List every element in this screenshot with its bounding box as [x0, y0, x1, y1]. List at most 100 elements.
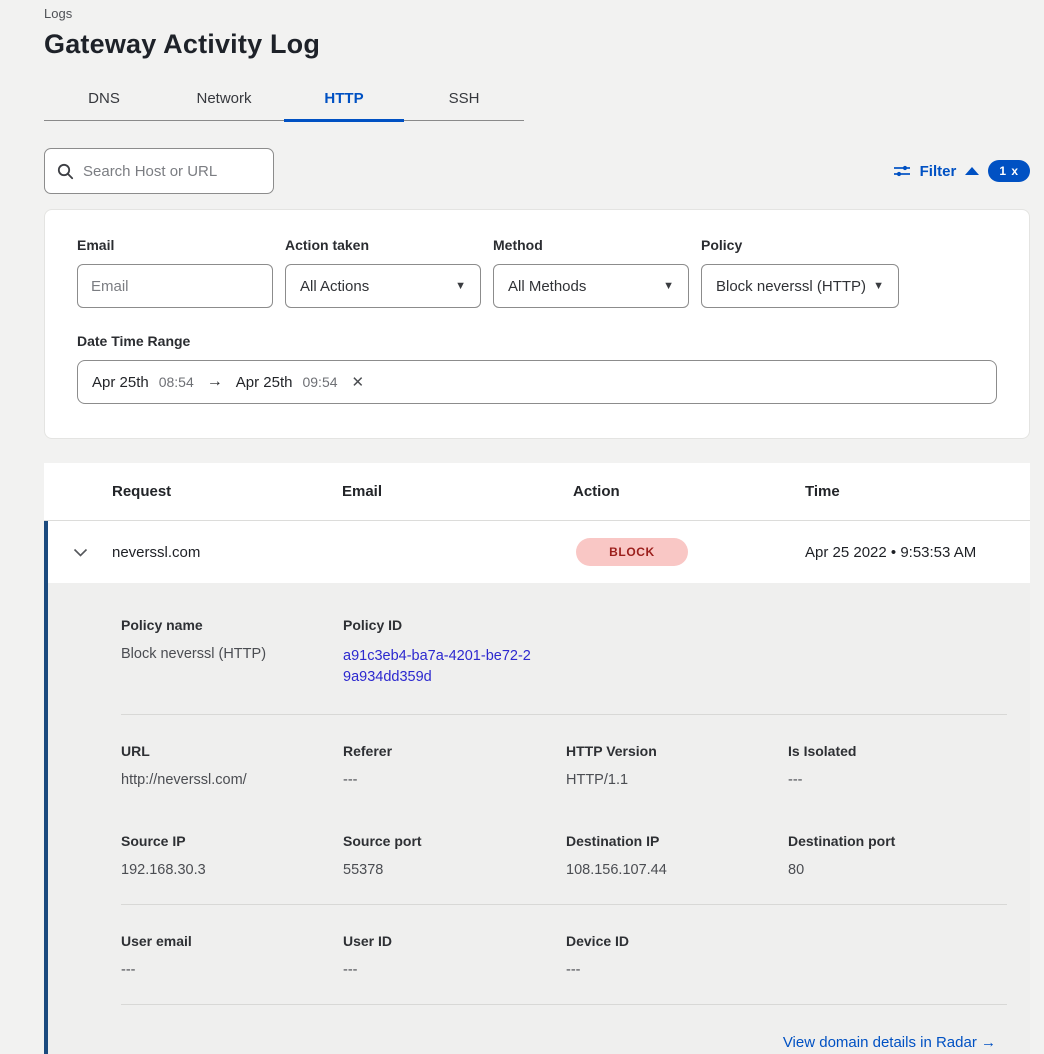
search-box[interactable] — [44, 148, 274, 194]
chevron-down-icon: ▼ — [873, 280, 884, 292]
radar-details-link[interactable]: View domain details in Radar → — [783, 1034, 996, 1051]
start-date[interactable]: Apr 25th — [92, 374, 149, 391]
device-id-label: Device ID — [566, 933, 788, 949]
user-email-label: User email — [121, 933, 343, 949]
network-info-section: Source IP 192.168.30.3 Source port 55378… — [121, 833, 1007, 878]
radar-link-row: View domain details in Radar → — [121, 1005, 1007, 1054]
destination-port-value: 80 — [788, 862, 1007, 878]
header-request: Request — [112, 483, 342, 500]
header-email: Email — [342, 483, 573, 500]
caret-up-icon[interactable] — [965, 167, 979, 175]
user-email-value: --- — [121, 962, 343, 978]
referer-field: Referer --- — [343, 743, 566, 788]
action-taken-value: All Actions — [300, 278, 369, 295]
chevron-down-icon: ▼ — [663, 280, 674, 292]
policy-label: Policy — [701, 237, 899, 253]
activity-log-table: Request Email Action Time neverssl.com B… — [44, 463, 1030, 1054]
row-detail-panel: Policy name Block neverssl (HTTP) Policy… — [48, 583, 1030, 1054]
page-title: Gateway Activity Log — [44, 29, 1030, 60]
chevron-down-icon[interactable] — [73, 548, 88, 557]
breadcrumb[interactable]: Logs — [44, 4, 1030, 21]
chevron-down-icon: ▼ — [455, 280, 466, 292]
referer-label: Referer — [343, 743, 566, 759]
email-filter-field: Email — [77, 237, 273, 308]
user-id-value: --- — [343, 962, 566, 978]
tab-http[interactable]: HTTP — [284, 84, 404, 120]
time-cell: Apr 25 2022 • 9:53:53 AM — [805, 544, 1030, 561]
start-time[interactable]: 08:54 — [159, 374, 194, 390]
http-version-value: HTTP/1.1 — [566, 772, 788, 788]
http-version-label: HTTP Version — [566, 743, 788, 759]
end-date[interactable]: Apr 25th — [236, 374, 293, 391]
method-label: Method — [493, 237, 689, 253]
url-value: http://neverssl.com/ — [121, 772, 343, 788]
policy-value: Block neverssl (HTTP) — [716, 278, 866, 295]
policy-field: Policy Block neverssl (HTTP) ▼ — [701, 237, 899, 308]
policy-id-link[interactable]: a91c3eb4-ba7a-4201-be72-29a934dd359d — [343, 648, 531, 685]
destination-port-label: Destination port — [788, 833, 1007, 849]
tab-ssh[interactable]: SSH — [404, 84, 524, 120]
filter-controls: Filter 1 x — [893, 160, 1030, 182]
table-header-row: Request Email Action Time — [44, 463, 1030, 521]
user-email-field: User email --- — [121, 933, 343, 978]
request-info-section: URL http://neverssl.com/ Referer --- HTT… — [121, 715, 1007, 788]
is-isolated-value: --- — [788, 772, 1007, 788]
source-ip-label: Source IP — [121, 833, 343, 849]
action-taken-select[interactable]: All Actions ▼ — [285, 264, 481, 308]
source-ip-field: Source IP 192.168.30.3 — [121, 833, 343, 878]
action-taken-field: Action taken All Actions ▼ — [285, 237, 481, 308]
method-value: All Methods — [508, 278, 586, 295]
tab-dns[interactable]: DNS — [44, 84, 164, 120]
email-filter-input[interactable] — [77, 264, 273, 308]
user-id-label: User ID — [343, 933, 566, 949]
user-info-section: User email --- User ID --- Device ID --- — [121, 905, 1007, 978]
email-filter-label: Email — [77, 237, 273, 253]
end-time[interactable]: 09:54 — [302, 374, 337, 390]
url-field: URL http://neverssl.com/ — [121, 743, 343, 788]
tab-bar: DNS Network HTTP SSH — [44, 84, 524, 121]
device-id-field: Device ID --- — [566, 933, 788, 978]
method-field: Method All Methods ▼ — [493, 237, 689, 308]
expanded-row-container: neverssl.com BLOCK Apr 25 2022 • 9:53:53… — [44, 521, 1030, 1054]
date-range-picker[interactable]: Apr 25th 08:54 → Apr 25th 09:54 ✕ — [77, 360, 997, 404]
table-row[interactable]: neverssl.com BLOCK Apr 25 2022 • 9:53:53… — [48, 521, 1030, 583]
method-select[interactable]: All Methods ▼ — [493, 264, 689, 308]
destination-port-field: Destination port 80 — [788, 833, 1007, 878]
policy-select[interactable]: Block neverssl (HTTP) ▼ — [701, 264, 899, 308]
date-range-label: Date Time Range — [77, 333, 997, 349]
policy-id-label: Policy ID — [343, 617, 566, 633]
destination-ip-value: 108.156.107.44 — [566, 862, 788, 878]
status-badge: BLOCK — [576, 538, 688, 566]
referer-value: --- — [343, 772, 566, 788]
header-action: Action — [573, 483, 805, 500]
header-time: Time — [805, 483, 1030, 500]
search-input[interactable] — [83, 163, 282, 180]
filter-panel: Email Action taken All Actions ▼ Method … — [44, 209, 1030, 439]
request-cell: neverssl.com — [112, 544, 342, 561]
source-port-label: Source port — [343, 833, 566, 849]
action-taken-label: Action taken — [285, 237, 481, 253]
http-version-field: HTTP Version HTTP/1.1 — [566, 743, 788, 788]
is-isolated-field: Is Isolated --- — [788, 743, 1007, 788]
url-label: URL — [121, 743, 343, 759]
source-port-value: 55378 — [343, 862, 566, 878]
user-id-field: User ID --- — [343, 933, 566, 978]
tab-network[interactable]: Network — [164, 84, 284, 120]
search-icon — [57, 163, 74, 180]
source-ip-value: 192.168.30.3 — [121, 862, 343, 878]
filter-fields-row: Email Action taken All Actions ▼ Method … — [77, 237, 997, 308]
policy-name-label: Policy name — [121, 617, 343, 633]
filter-toggle-button[interactable]: Filter — [920, 163, 957, 180]
toolbar: Filter 1 x — [44, 148, 1030, 194]
policy-section: Policy name Block neverssl (HTTP) Policy… — [121, 617, 1007, 688]
is-isolated-label: Is Isolated — [788, 743, 1007, 759]
date-range-field: Date Time Range Apr 25th 08:54 → Apr 25t… — [77, 333, 997, 404]
policy-name-value: Block neverssl (HTTP) — [121, 646, 343, 662]
close-icon[interactable]: ✕ — [352, 373, 365, 391]
destination-ip-field: Destination IP 108.156.107.44 — [566, 833, 788, 878]
filter-sliders-icon — [893, 163, 911, 179]
filter-count-badge[interactable]: 1 x — [988, 160, 1030, 182]
source-port-field: Source port 55378 — [343, 833, 566, 878]
action-cell: BLOCK — [573, 538, 805, 566]
policy-id-field: Policy ID a91c3eb4-ba7a-4201-be72-29a934… — [343, 617, 566, 688]
